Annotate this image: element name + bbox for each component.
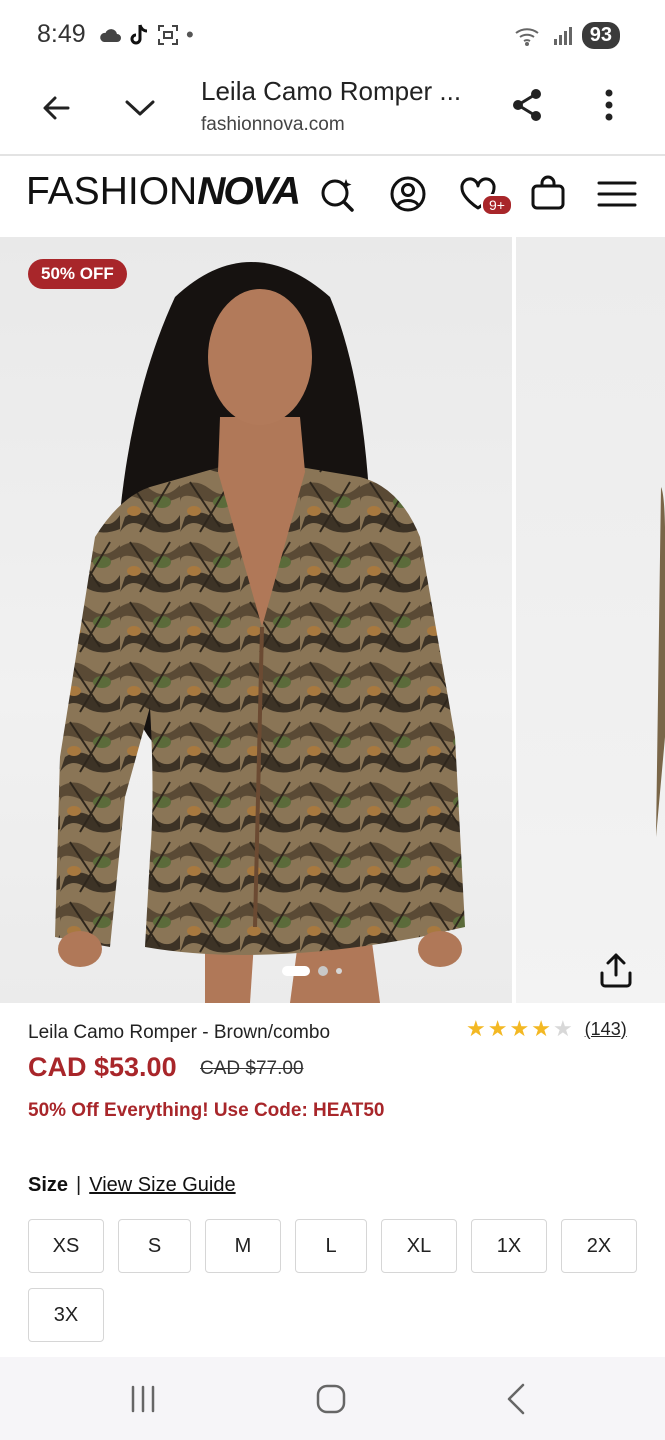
menu-more-button[interactable] [594, 84, 624, 126]
product-image-main[interactable]: 50% OFF [0, 237, 512, 1003]
pagination-dot[interactable] [336, 968, 342, 974]
tiktok-icon [130, 24, 148, 45]
sale-price: CAD $53.00 [28, 1052, 177, 1082]
system-back-button[interactable] [494, 1379, 538, 1419]
recent-apps-icon [131, 1385, 155, 1413]
status-bar: 8:49 • 93 [0, 0, 665, 72]
signal-icon [553, 26, 572, 45]
product-rating[interactable]: ★ ★ ★ ★ ★ (143) [466, 1018, 627, 1040]
product-gallery[interactable]: 50% OFF [0, 237, 665, 1003]
share-button[interactable] [506, 84, 548, 126]
size-option-l[interactable]: L [295, 1219, 367, 1273]
logo-text-thin: FASHION [26, 170, 198, 213]
size-option-1x[interactable]: 1X [471, 1219, 547, 1273]
shopping-bag-icon [531, 175, 565, 210]
size-option-xs[interactable]: XS [28, 1219, 104, 1273]
status-notification-icons: • [98, 22, 194, 48]
wifi-icon [515, 27, 539, 46]
logo-text-bold: NOVA [197, 170, 301, 213]
battery-indicator: 93 [581, 22, 620, 49]
product-image-next[interactable] [516, 237, 665, 1003]
user-icon [390, 176, 426, 212]
size-option-2x[interactable]: 2X [561, 1219, 637, 1273]
page-title[interactable]: Leila Camo Romper ... [201, 76, 471, 107]
browser-toolbar: Leila Camo Romper ... fashionnova.com [0, 72, 665, 156]
star-icon-filled: ★ [487, 1016, 508, 1041]
star-icon-empty: ★ [552, 1016, 573, 1041]
arrow-left-icon [43, 96, 70, 120]
back-chevron-icon [507, 1383, 525, 1415]
hamburger-icon [597, 181, 637, 207]
size-label: Size [28, 1174, 69, 1196]
star-icon-filled: ★ [466, 1016, 486, 1041]
cloud-icon [100, 29, 121, 42]
review-count-link[interactable]: (143) [585, 1019, 627, 1040]
back-button[interactable] [36, 88, 76, 128]
size-option-3x[interactable]: 3X [28, 1288, 104, 1342]
status-system-icons: 93 [514, 22, 620, 49]
system-navigation-bar [0, 1357, 665, 1440]
hamburger-menu-button[interactable] [596, 176, 638, 212]
share-product-button[interactable] [597, 951, 635, 989]
search-sparkle-icon [321, 179, 354, 212]
original-price: CAD $77.00 [200, 1058, 304, 1079]
expand-button[interactable] [118, 88, 162, 128]
chevron-down-icon [125, 100, 155, 116]
site-header: FASHIONNOVA [0, 156, 665, 236]
size-separator: | [76, 1174, 82, 1196]
size-guide-link[interactable]: View Size Guide [89, 1174, 235, 1197]
pagination-dot[interactable] [318, 966, 328, 976]
product-photo-partial [656, 487, 665, 837]
home-button[interactable] [306, 1379, 356, 1419]
upload-share-icon [600, 953, 632, 988]
pagination-dot-active[interactable] [282, 966, 310, 976]
size-option-xl[interactable]: XL [381, 1219, 457, 1273]
star-icon-filled: ★ [531, 1016, 551, 1041]
wishlist-count-badge: 9+ [481, 194, 513, 216]
size-header: Size | View Size Guide [28, 1174, 236, 1197]
status-time: 8:49 [37, 20, 86, 48]
size-option-m[interactable]: M [205, 1219, 281, 1273]
product-name: Leila Camo Romper - Brown/combo [28, 1022, 331, 1043]
more-notifications-dot: • [186, 22, 194, 47]
size-option-s[interactable]: S [118, 1219, 191, 1273]
search-button[interactable] [318, 174, 358, 214]
page-url[interactable]: fashionnova.com [201, 114, 345, 136]
recent-apps-button[interactable] [118, 1381, 168, 1417]
account-button[interactable] [388, 174, 428, 214]
gallery-pagination[interactable] [282, 966, 342, 976]
discount-badge: 50% OFF [28, 259, 127, 289]
star-icon-filled: ★ [509, 1016, 530, 1041]
screenshot-icon [158, 25, 178, 45]
cart-button[interactable] [527, 172, 569, 214]
fashion-nova-logo[interactable]: FASHIONNOVA [26, 170, 301, 214]
more-vertical-icon [605, 89, 613, 121]
share-icon [513, 89, 541, 121]
product-photo-model [55, 262, 465, 1003]
promo-message: 50% Off Everything! Use Code: HEAT50 [28, 1100, 385, 1121]
home-icon [316, 1384, 346, 1414]
